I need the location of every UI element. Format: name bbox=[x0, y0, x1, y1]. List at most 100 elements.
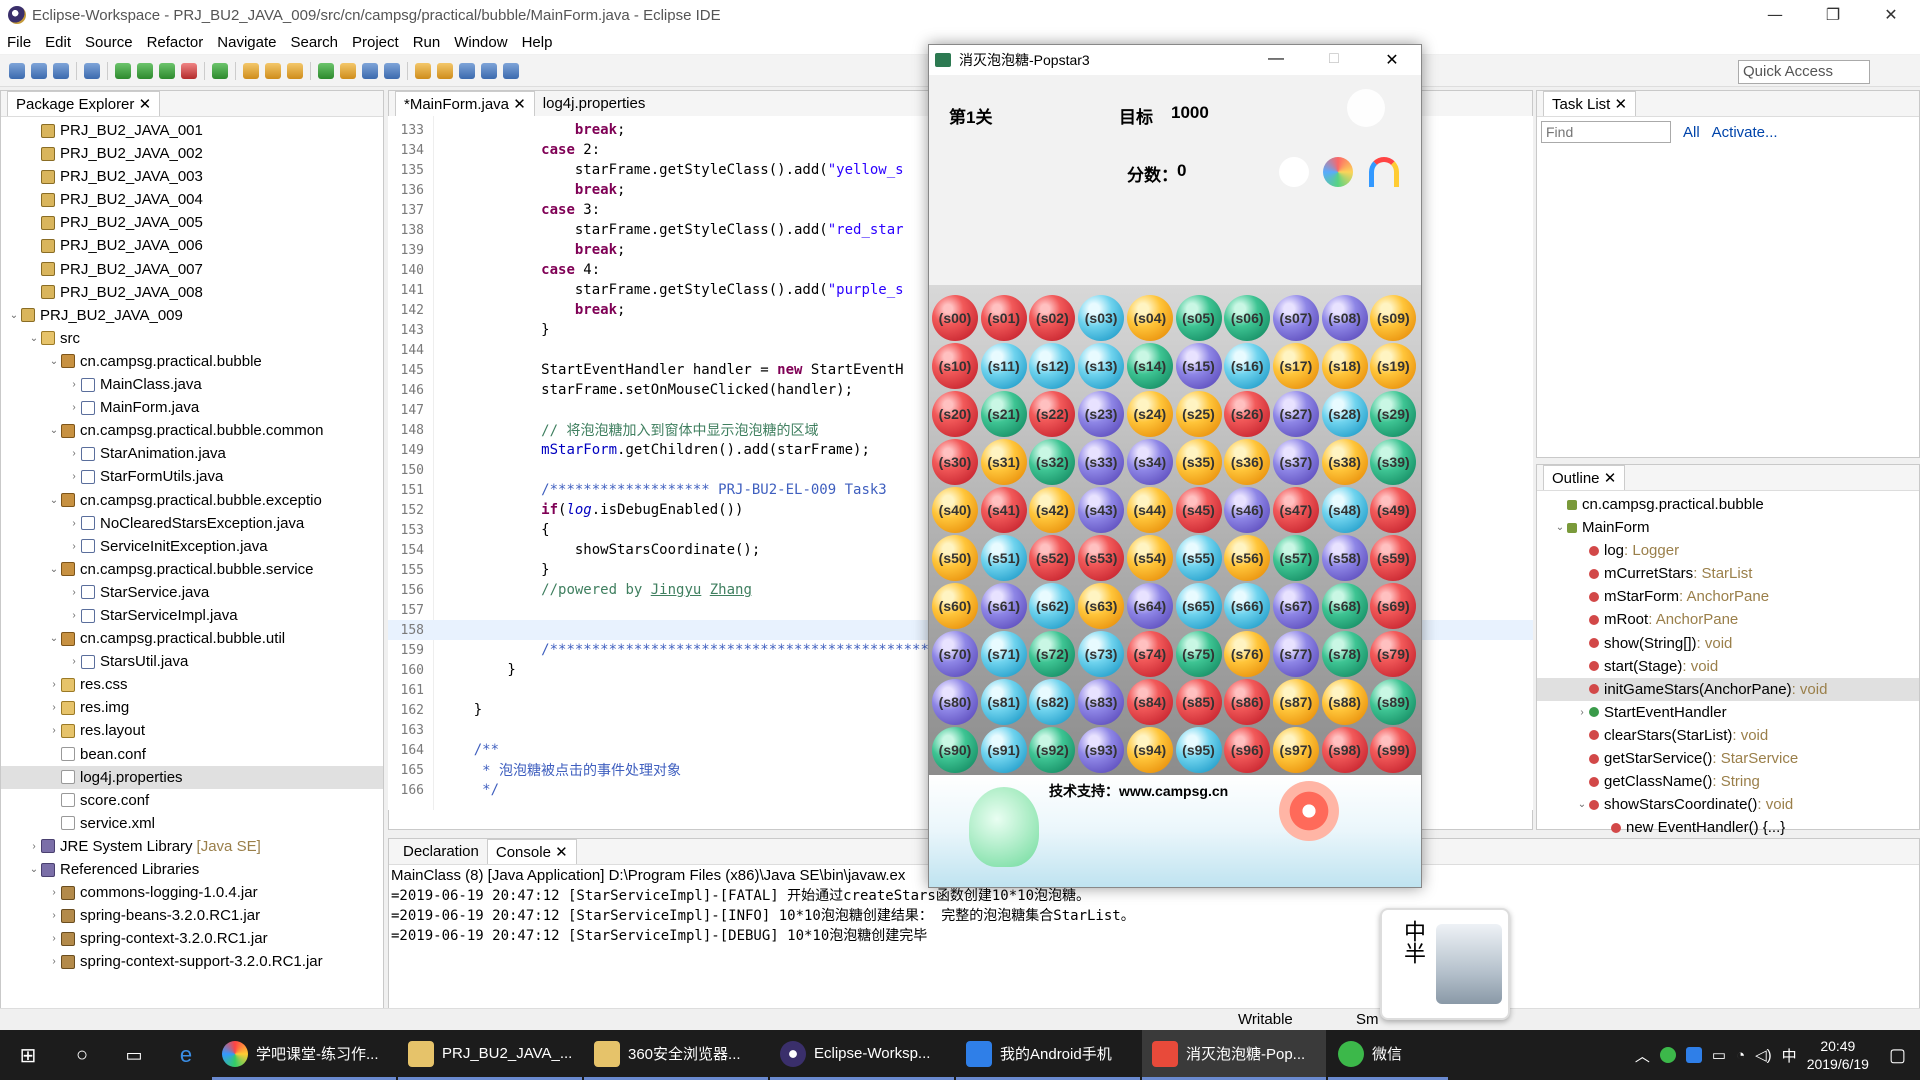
expand-toggle-icon[interactable]: ⌄ bbox=[27, 858, 41, 881]
expand-toggle-icon[interactable]: ⌄ bbox=[47, 350, 61, 373]
tab-outline[interactable]: Outline ✕ bbox=[1543, 465, 1626, 490]
star-yellow[interactable]: (s97) bbox=[1272, 727, 1319, 773]
quick-access-field[interactable]: Quick Access bbox=[1738, 60, 1870, 84]
block-selection-icon[interactable] bbox=[384, 62, 400, 79]
expand-toggle-icon[interactable]: › bbox=[67, 465, 81, 488]
menu-search[interactable]: Search bbox=[283, 34, 345, 51]
forward-icon[interactable] bbox=[503, 62, 519, 79]
volume-icon[interactable]: ◁) bbox=[1755, 1046, 1772, 1064]
expand-toggle-icon[interactable]: › bbox=[67, 373, 81, 396]
package-tree-item[interactable]: ⌄ PRJ_BU2_JAVA_009 bbox=[1, 304, 383, 327]
outline-item[interactable]: new EventHandler() {...} bbox=[1537, 816, 1919, 839]
star-blue[interactable]: (s16) bbox=[1224, 343, 1271, 389]
wechat-tray-icon[interactable] bbox=[1659, 1047, 1676, 1063]
search-icon[interactable] bbox=[287, 62, 303, 79]
star-yellow[interactable]: (s87) bbox=[1272, 679, 1319, 725]
package-tree-item[interactable]: PRJ_BU2_JAVA_006 bbox=[1, 234, 383, 257]
expand-toggle-icon[interactable]: › bbox=[47, 927, 61, 950]
package-tree-item[interactable]: PRJ_BU2_JAVA_001 bbox=[1, 119, 383, 142]
outline-item[interactable]: log : Logger bbox=[1537, 539, 1919, 562]
task-find-input[interactable] bbox=[1541, 121, 1671, 143]
outline-item[interactable]: ⌄ showStarsCoordinate() : void bbox=[1537, 793, 1919, 816]
outline-item[interactable]: initGameStars(AnchorPane) : void bbox=[1537, 677, 1919, 701]
star-red[interactable]: (s01) bbox=[980, 295, 1027, 341]
star-blue[interactable]: (s62) bbox=[1029, 583, 1076, 629]
star-green[interactable]: (s72) bbox=[1029, 631, 1076, 677]
taskbar-item-android[interactable]: 我的Android手机 bbox=[956, 1030, 1140, 1080]
star-yellow[interactable]: (s18) bbox=[1321, 343, 1368, 389]
run-icon[interactable] bbox=[137, 62, 153, 79]
popstar-minimize-button[interactable]: — bbox=[1247, 50, 1305, 70]
package-tree-item[interactable]: ⌄ src bbox=[1, 327, 383, 350]
outline-item[interactable]: › StartEventHandler bbox=[1537, 701, 1919, 724]
back-icon[interactable] bbox=[481, 62, 497, 79]
windows-start-icon[interactable]: ⊞ bbox=[0, 1043, 56, 1068]
star-yellow[interactable]: (s24) bbox=[1126, 391, 1173, 437]
star-yellow[interactable]: (s60) bbox=[932, 583, 978, 629]
new-class-icon[interactable] bbox=[212, 62, 228, 79]
star-yellow[interactable]: (s09) bbox=[1370, 295, 1417, 341]
star-red[interactable]: (s59) bbox=[1370, 535, 1417, 581]
star-red[interactable]: (s53) bbox=[1078, 535, 1125, 581]
expand-toggle-icon[interactable]: › bbox=[67, 442, 81, 465]
expand-toggle-icon[interactable]: › bbox=[67, 650, 81, 673]
star-yellow[interactable]: (s38) bbox=[1321, 439, 1368, 485]
star-blue[interactable]: (s12) bbox=[1029, 343, 1076, 389]
star-blue[interactable]: (s73) bbox=[1078, 631, 1125, 677]
star-purple[interactable]: (s83) bbox=[1078, 679, 1125, 725]
star-purple[interactable]: (s77) bbox=[1272, 631, 1319, 677]
menu-source[interactable]: Source bbox=[78, 34, 140, 51]
package-tree-item[interactable]: ⌄ cn.campsg.practical.bubble.exceptio bbox=[1, 489, 383, 512]
star-red[interactable]: (s96) bbox=[1224, 727, 1271, 773]
clock[interactable]: 20:49 2019/6/19 bbox=[1807, 1037, 1869, 1073]
star-red[interactable]: (s20) bbox=[932, 391, 978, 437]
package-tree-item[interactable]: ⌄ cn.campsg.practical.bubble bbox=[1, 350, 383, 373]
star-blue[interactable]: (s91) bbox=[980, 727, 1027, 773]
star-purple[interactable]: (s34) bbox=[1126, 439, 1173, 485]
star-yellow[interactable]: (s17) bbox=[1272, 343, 1319, 389]
star-blue[interactable]: (s11) bbox=[980, 343, 1027, 389]
star-blue[interactable]: (s51) bbox=[980, 535, 1027, 581]
expand-toggle-icon[interactable]: › bbox=[27, 835, 41, 858]
save-icon[interactable] bbox=[31, 62, 47, 79]
expand-toggle-icon[interactable]: ⌄ bbox=[47, 627, 61, 650]
taskbar-item-eclipse[interactable]: Eclipse-Worksp... bbox=[770, 1030, 954, 1080]
close-button[interactable]: ✕ bbox=[1862, 0, 1920, 30]
outline-item[interactable]: show(String[]) : void bbox=[1537, 632, 1919, 655]
expand-toggle-icon[interactable]: › bbox=[47, 881, 61, 904]
star-green[interactable]: (s68) bbox=[1321, 583, 1368, 629]
star-purple[interactable]: (s93) bbox=[1078, 727, 1125, 773]
star-green[interactable]: (s05) bbox=[1175, 295, 1222, 341]
star-purple[interactable]: (s37) bbox=[1272, 439, 1319, 485]
expand-toggle-icon[interactable]: › bbox=[67, 396, 81, 419]
star-yellow[interactable]: (s56) bbox=[1224, 535, 1271, 581]
toggle-mark-occurrences-icon[interactable] bbox=[318, 62, 334, 79]
package-tree-item[interactable]: › spring-beans-3.2.0.RC1.jar bbox=[1, 904, 383, 927]
star-green[interactable]: (s14) bbox=[1126, 343, 1173, 389]
package-tree-item[interactable]: PRJ_BU2_JAVA_003 bbox=[1, 165, 383, 188]
network-icon[interactable]: ◔ bbox=[1736, 1047, 1745, 1064]
expand-toggle-icon[interactable]: ⌄ bbox=[1553, 516, 1567, 539]
expand-toggle-icon[interactable]: › bbox=[67, 512, 81, 535]
star-blue[interactable]: (s03) bbox=[1078, 295, 1125, 341]
star-yellow[interactable]: (s42) bbox=[1029, 487, 1076, 533]
tab-log4j-properties[interactable]: log4j.properties bbox=[534, 91, 654, 116]
outline-item[interactable]: getClassName() : String bbox=[1537, 770, 1919, 793]
package-tree-item[interactable]: › spring-context-3.2.0.RC1.jar bbox=[1, 927, 383, 950]
star-yellow[interactable]: (s19) bbox=[1370, 343, 1417, 389]
package-tree-item[interactable]: ⌄ cn.campsg.practical.bubble.util bbox=[1, 627, 383, 650]
star-red[interactable]: (s98) bbox=[1321, 727, 1368, 773]
star-red[interactable]: (s99) bbox=[1370, 727, 1417, 773]
star-green[interactable]: (s21) bbox=[980, 391, 1027, 437]
star-purple[interactable]: (s64) bbox=[1126, 583, 1173, 629]
star-red[interactable]: (s10) bbox=[932, 343, 978, 389]
next-annotation-icon[interactable] bbox=[415, 62, 431, 79]
star-purple[interactable]: (s33) bbox=[1078, 439, 1125, 485]
package-tree-item[interactable]: › spring-context-support-3.2.0.RC1.jar bbox=[1, 950, 383, 973]
skip-breakpoints-icon[interactable] bbox=[84, 62, 100, 79]
expand-toggle-icon[interactable]: ⌄ bbox=[47, 489, 61, 512]
open-type-icon[interactable] bbox=[243, 62, 259, 79]
star-blue[interactable]: (s82) bbox=[1029, 679, 1076, 725]
ink-painting-widget[interactable]: 中半 bbox=[1380, 908, 1510, 1020]
minimize-button[interactable]: — bbox=[1746, 0, 1804, 30]
